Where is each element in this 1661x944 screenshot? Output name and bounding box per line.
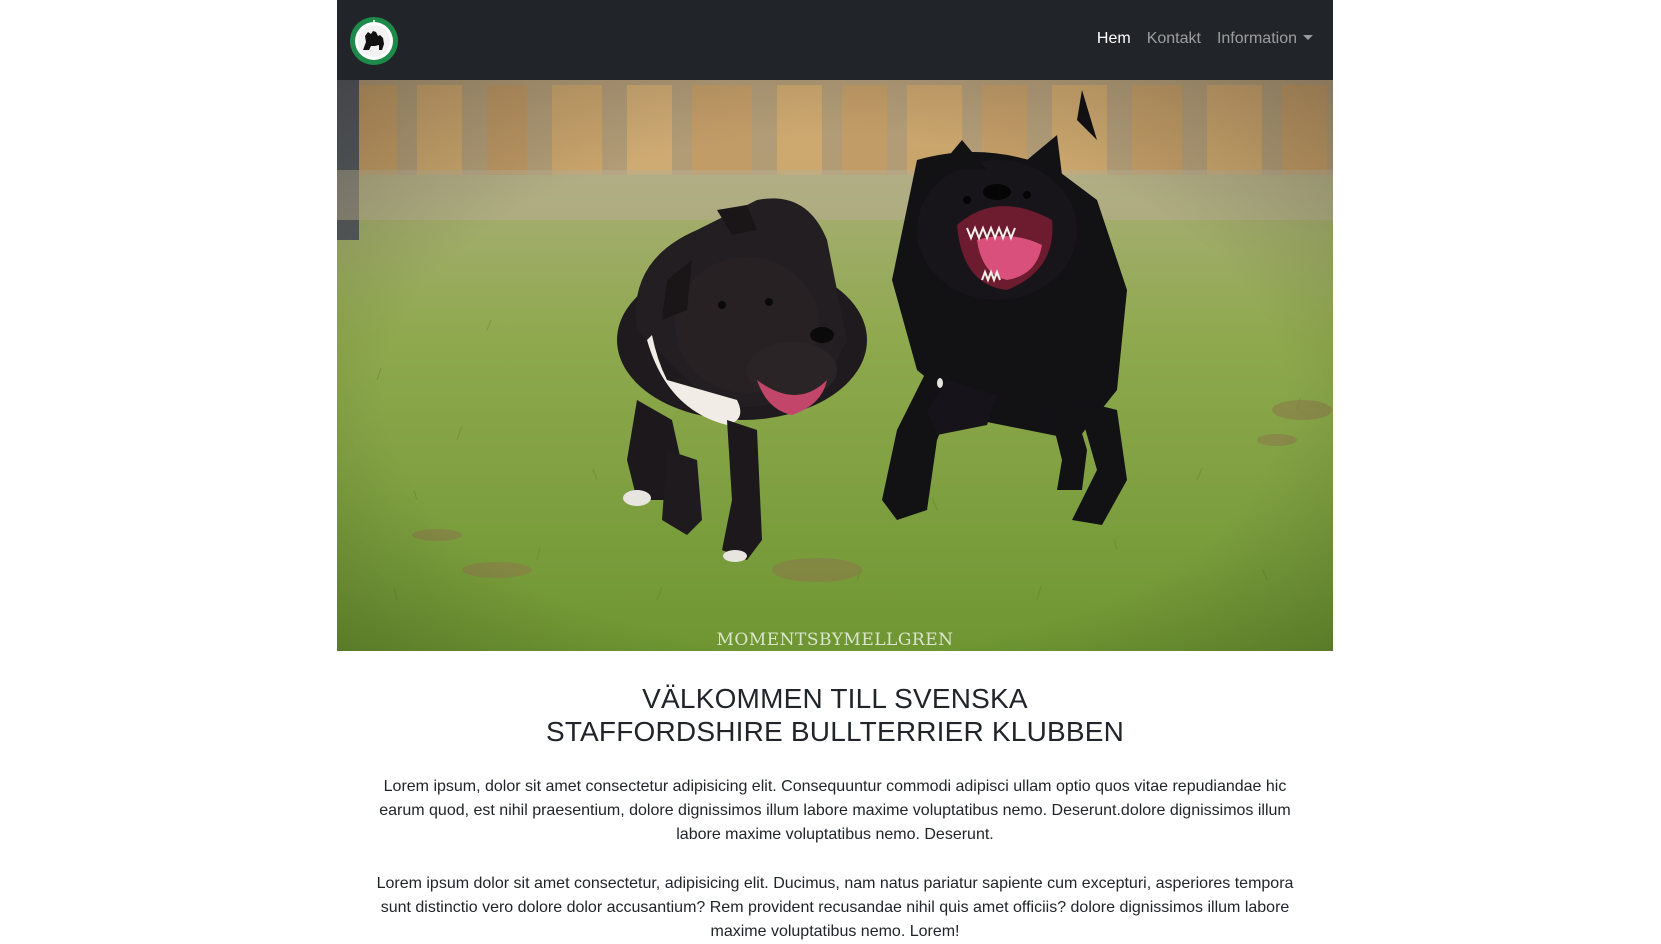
photo-watermark: MOMENTSBYMELLGREN — [717, 630, 954, 650]
hero-image: MOMENTSBYMELLGREN — [337, 80, 1333, 651]
nav-links: Hem Kontakt Information — [1097, 28, 1313, 50]
top-navbar: Hem Kontakt Information — [337, 0, 1333, 80]
nav-information-dropdown[interactable]: Information — [1217, 28, 1313, 50]
nav-information-label: Information — [1216, 30, 1297, 47]
page-title-line1: VÄLKOMMEN TILL SVENSKA — [642, 683, 1028, 714]
club-logo-icon[interactable] — [349, 16, 399, 66]
page-title: VÄLKOMMEN TILL SVENSKA STAFFORDSHIRE BUL… — [337, 682, 1333, 748]
chevron-down-icon — [1303, 35, 1313, 40]
nav-hem-link[interactable]: Hem — [1097, 28, 1131, 50]
running-dogs-photo: MOMENTSBYMELLGREN — [337, 80, 1333, 651]
page-container: Hem Kontakt Information MOMENTSBYMELLGRE… — [337, 0, 1333, 940]
page-title-line2: STAFFORDSHIRE BULLTERRIER KLUBBEN — [545, 716, 1125, 747]
nav-kontakt-link[interactable]: Kontakt — [1147, 28, 1201, 50]
intro-paragraph-1: Lorem ipsum, dolor sit amet consectetur … — [379, 778, 1291, 843]
intro-paragraph-2: Lorem ipsum dolor sit amet consectetur, … — [376, 875, 1294, 940]
